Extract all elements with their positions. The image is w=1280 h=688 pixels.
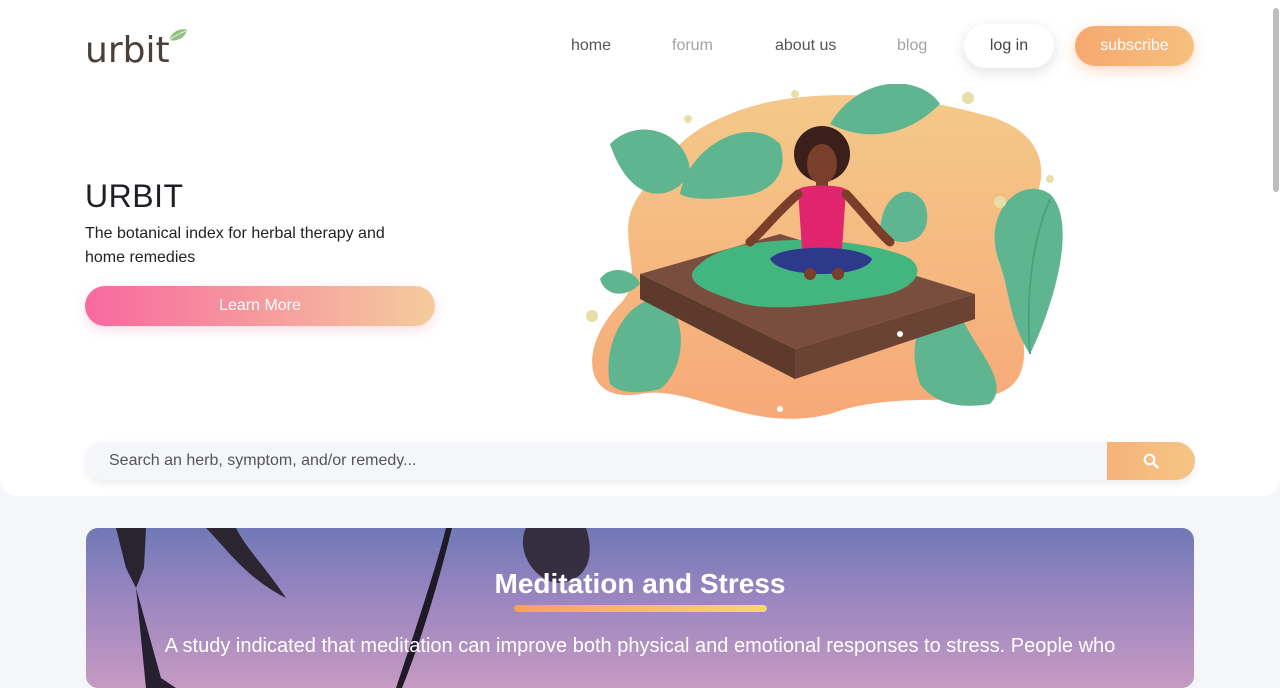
- article-title: Meditation and Stress: [494, 568, 786, 599]
- urbit-logo[interactable]: urbit: [85, 24, 189, 68]
- nav-about-us[interactable]: about us: [775, 37, 836, 55]
- person-torso: [798, 185, 846, 249]
- title-underline: [514, 605, 767, 612]
- search-bar: [85, 442, 1195, 480]
- hero-section: urbit home forum about us blog log in su…: [0, 0, 1280, 496]
- learn-more-button[interactable]: Learn More: [85, 286, 435, 326]
- subscribe-button[interactable]: subscribe: [1075, 26, 1194, 66]
- hero-subtitle: The botanical index for herbal therapy a…: [85, 225, 385, 266]
- article-text: A study indicated that meditation can im…: [164, 635, 1116, 657]
- search-icon: [1143, 453, 1159, 469]
- login-button[interactable]: log in: [964, 24, 1054, 68]
- scrollbar-thumb[interactable]: [1273, 8, 1279, 192]
- nav-home[interactable]: home: [571, 37, 611, 55]
- search-button[interactable]: [1107, 442, 1195, 480]
- article-card[interactable]: Meditation and Stress A study indicated …: [86, 528, 1194, 688]
- nav-blog[interactable]: blog: [897, 37, 927, 55]
- leaf-left: [610, 129, 690, 194]
- meditation-illustration: [586, 84, 1063, 419]
- nav-forum[interactable]: forum: [672, 37, 713, 55]
- search-input[interactable]: [85, 442, 1107, 480]
- svg-text:urbit: urbit: [85, 30, 170, 68]
- hero-title: URBIT: [85, 178, 184, 214]
